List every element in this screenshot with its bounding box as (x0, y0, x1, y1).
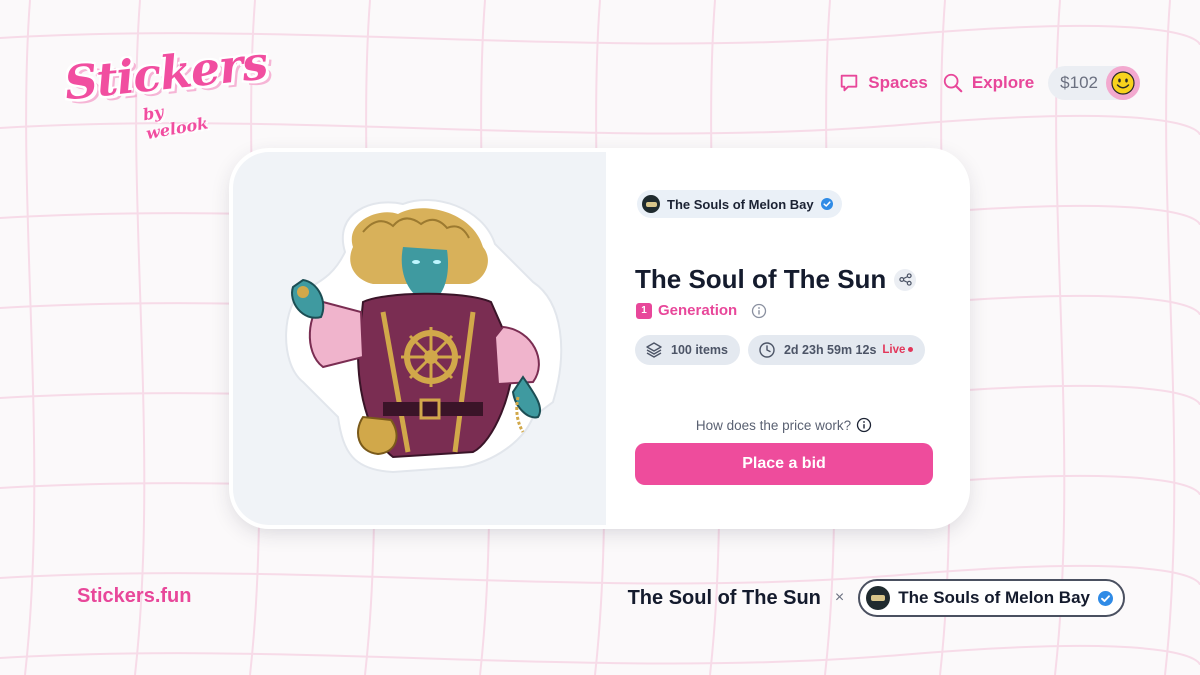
share-icon (899, 273, 912, 286)
info-icon[interactable] (751, 303, 767, 319)
stickers-logo[interactable]: Stickers by welook (60, 36, 270, 143)
share-button[interactable] (894, 268, 917, 291)
timer-pill: 2d 23h 59m 12s Live (747, 335, 926, 365)
sticker-details: The Souls of Melon Bay The Soul of The S… (606, 152, 966, 525)
items-count: 100 items (671, 343, 728, 357)
chat-bubble-icon (841, 74, 858, 92)
place-bid-button[interactable]: Place a bid (635, 443, 933, 485)
place-bid-label: Place a bid (742, 455, 826, 472)
generation-badge: 1 (636, 302, 652, 319)
times-separator: × (834, 589, 845, 606)
search-icon (943, 73, 963, 93)
live-status: Live (882, 344, 914, 356)
verified-badge-icon (1098, 590, 1113, 606)
wallet-balance[interactable]: $102 (1048, 66, 1140, 100)
countdown-timer: 2d 23h 59m 12s (783, 343, 877, 357)
collection-avatar (642, 195, 660, 213)
sticker-card: The Souls of Melon Bay The Soul of The S… (233, 152, 966, 525)
top-nav: Spaces Explore $102 (838, 66, 1140, 100)
items-count-pill: 100 items (635, 335, 740, 365)
generation-label: Generation (658, 302, 738, 319)
layers-icon (646, 342, 662, 358)
clock-icon (759, 342, 775, 358)
smiley-face-icon (1111, 71, 1135, 95)
price-help-text: How does the price work? (695, 417, 852, 433)
price-help-link[interactable]: How does the price work? (635, 417, 933, 433)
collection-chip[interactable]: The Souls of Melon Bay (637, 190, 842, 218)
live-label: Live (882, 344, 906, 356)
footer-sticker-title: The Soul of The Sun (627, 586, 821, 609)
footer-collection-avatar (866, 586, 891, 610)
sticker-image-panel (233, 152, 606, 525)
nav-explore[interactable]: Explore (942, 72, 1034, 94)
sticker-title: The Soul of The Sun (635, 264, 887, 294)
sticker-illustration[interactable] (233, 152, 606, 525)
verified-badge-icon (820, 198, 833, 210)
collection-name: The Souls of Melon Bay (667, 196, 814, 212)
footer-collection-chip[interactable]: The Souls of Melon Bay (858, 579, 1125, 617)
footer-credits: The Soul of The Sun × The Souls of Melon… (628, 579, 1125, 617)
live-dot-icon (908, 347, 914, 353)
avatar[interactable] (1106, 66, 1140, 100)
balance-amount: $102 (1060, 73, 1098, 92)
nav-explore-label: Explore (971, 73, 1035, 92)
stats-row: 100 items 2d 23h 59m 12s Live (635, 335, 926, 365)
nav-spaces-label: Spaces (868, 73, 928, 92)
nav-spaces[interactable]: Spaces (838, 72, 928, 94)
title-row: The Soul of The Sun (635, 264, 917, 295)
info-circle-icon (857, 417, 872, 433)
footer-collection-name: The Souls of Melon Bay (898, 588, 1090, 607)
site-url[interactable]: Stickers.fun (77, 585, 191, 608)
generation-row: 1 Generation (636, 302, 767, 319)
